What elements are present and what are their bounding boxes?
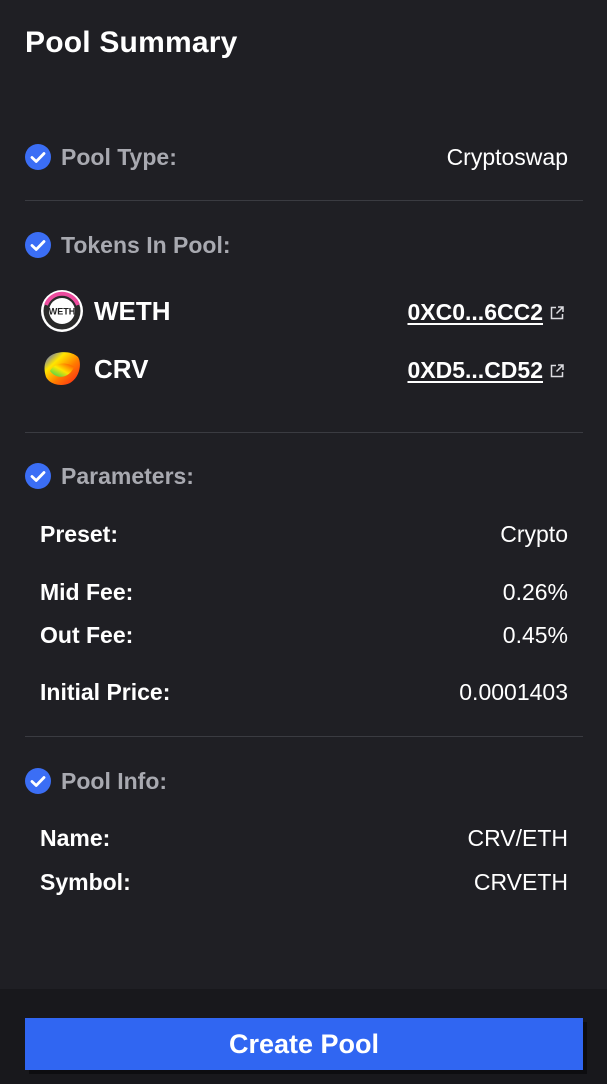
preset-label: Preset: xyxy=(40,521,118,547)
pool-name-value: CRV/ETH xyxy=(467,825,568,851)
token-symbol: WETH xyxy=(94,295,171,326)
check-circle-icon xyxy=(25,144,51,170)
out-fee-value: 0.45% xyxy=(502,622,568,648)
pool-symbol-label: Symbol: xyxy=(40,869,131,895)
parameters-label: Parameters: xyxy=(61,462,194,489)
section-parameters: Parameters: xyxy=(25,462,194,490)
crv-logo-icon xyxy=(40,347,84,391)
section-pool-info: Pool Info: xyxy=(25,767,167,795)
divider xyxy=(25,432,583,433)
section-tokens: Tokens In Pool: xyxy=(25,231,231,259)
pool-type-label: Pool Type: xyxy=(61,143,177,170)
external-link-icon[interactable] xyxy=(549,305,565,321)
divider xyxy=(25,736,583,737)
check-circle-icon xyxy=(25,463,51,489)
divider xyxy=(25,200,583,201)
check-circle-icon xyxy=(25,232,51,258)
page-title: Pool Summary xyxy=(25,26,238,59)
svg-text:WETH: WETH xyxy=(49,307,76,317)
token-symbol: CRV xyxy=(94,353,149,384)
external-link-icon[interactable] xyxy=(549,363,565,379)
pool-type-value: Cryptoswap xyxy=(446,144,568,170)
out-fee-label: Out Fee: xyxy=(40,622,134,648)
pool-name-label: Name: xyxy=(40,825,111,851)
section-pool-type: Pool Type: xyxy=(25,143,177,171)
token-row-crv: CRV xyxy=(40,347,148,391)
token-address-weth[interactable]: 0XC0...6CC2 xyxy=(407,299,565,326)
token-address-crv[interactable]: 0XD5...CD52 xyxy=(407,357,565,384)
pool-info-label: Pool Info: xyxy=(61,767,168,794)
tokens-label: Tokens In Pool: xyxy=(61,231,231,258)
preset-value: Crypto xyxy=(500,521,568,547)
token-row-weth: WETH WETH xyxy=(40,289,171,333)
initial-price-label: Initial Price: xyxy=(40,679,171,705)
address-link[interactable]: 0XD5...CD52 xyxy=(407,357,543,384)
create-pool-button[interactable]: Create Pool xyxy=(25,1018,583,1070)
check-circle-icon xyxy=(25,768,51,794)
mid-fee-label: Mid Fee: xyxy=(40,579,134,605)
mid-fee-value: 0.26% xyxy=(502,579,568,605)
pool-symbol-value: CRVETH xyxy=(473,869,568,895)
address-link[interactable]: 0XC0...6CC2 xyxy=(407,299,543,326)
weth-logo-icon: WETH xyxy=(40,289,84,333)
initial-price-value: 0.0001403 xyxy=(459,679,568,705)
